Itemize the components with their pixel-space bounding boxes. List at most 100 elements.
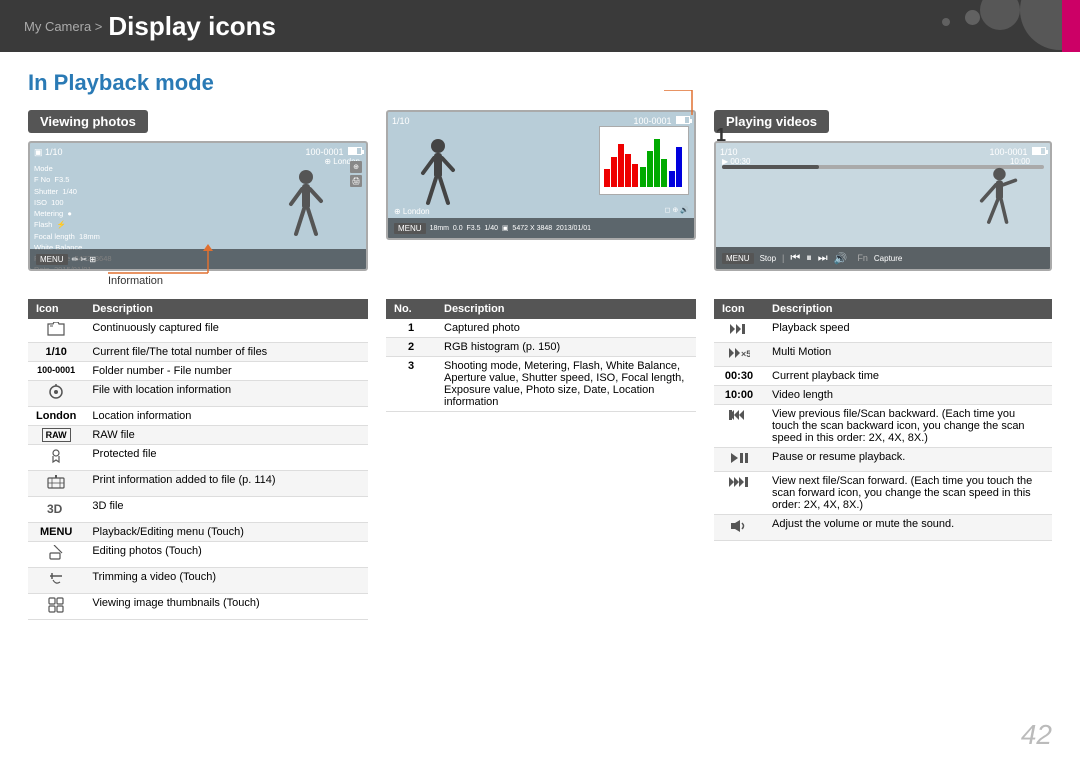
table-row: Playback speed	[714, 319, 1052, 343]
desc-cell: Multi Motion	[764, 343, 1052, 367]
icon-cell	[714, 472, 764, 515]
dancer-silhouette-video	[970, 167, 1020, 247]
desc-cell: Adjust the volume or mute the sound.	[764, 515, 1052, 541]
cam-file-count: ▣ 1/10	[34, 147, 63, 158]
vid-folder: 100-0001	[989, 147, 1046, 157]
dancer-silhouette-left	[286, 169, 326, 249]
video-menu-btn[interactable]: MENU	[722, 253, 754, 264]
th-icon-right: Icon	[714, 299, 764, 319]
icon-cell: ×5	[714, 343, 764, 367]
desc-cell: Viewing image thumbnails (Touch)	[84, 594, 368, 620]
page-title: Display icons	[108, 11, 276, 42]
page-number: 42	[1021, 719, 1052, 751]
th-desc-mid: Description	[436, 299, 696, 319]
desc-cell: Current file/The total number of files	[84, 343, 368, 362]
table-row: Adjust the volume or mute the sound.	[714, 515, 1052, 541]
vid-volume-btn[interactable]: 🔊	[834, 252, 848, 265]
icon-cell: RAW	[28, 426, 84, 445]
desc-cell: RAW file	[84, 426, 368, 445]
tables-row: Icon Description Continuously captured f…	[28, 299, 1052, 620]
desc-cell: Location information	[84, 407, 368, 426]
cam-icon-2: 🖨	[350, 175, 362, 187]
cam-icon-1: ⊕	[350, 161, 362, 173]
desc-cell: Protected file	[84, 445, 368, 471]
histogram-svg	[602, 129, 688, 189]
mid-screen-wrapper: 1/10 100-0001	[386, 110, 696, 240]
no-cell: 3	[386, 357, 436, 412]
desc-cell: Print information added to file (p. 114)	[84, 471, 368, 497]
cam-right-icons: ⊕ 🖨	[350, 161, 362, 187]
desc-cell: View next file/Scan forward. (Each time …	[764, 472, 1052, 515]
header: My Camera > Display icons	[0, 0, 1080, 52]
vid-rewind-btn[interactable]: ⏮	[790, 252, 800, 265]
connector-svg	[664, 90, 724, 115]
cam-bottom-bar-mid: MENU 18mm 0.0 F3.5 1/40 ▣ 5472 X 3848 20…	[388, 218, 694, 238]
table-row: View previous file/Scan backward. (Each …	[714, 405, 1052, 448]
icon-cell	[714, 448, 764, 472]
icon-cell	[28, 594, 84, 620]
camera-screen-mid: 1/10 100-0001	[386, 110, 696, 240]
icon-cell	[714, 405, 764, 448]
icon-cell	[714, 319, 764, 343]
vid-forward-btn[interactable]: ⏭	[818, 252, 828, 265]
no-cell: 1	[386, 319, 436, 338]
table-row: Print information added to file (p. 114)	[28, 471, 368, 497]
icon-cell	[28, 568, 84, 594]
playing-videos-header: Playing videos	[714, 110, 829, 133]
desc-cell: Trimming a video (Touch)	[84, 568, 368, 594]
vid-stop-label: Stop	[760, 254, 776, 263]
table-row: 2 RGB histogram (p. 150)	[386, 338, 696, 357]
desc-cell: RGB histogram (p. 150)	[436, 338, 696, 357]
viewing-photos-table: Icon Description Continuously captured f…	[28, 299, 368, 620]
table-row: Trimming a video (Touch)	[28, 568, 368, 594]
icon-cell: MENU	[28, 523, 84, 542]
desc-cell: Continuously captured file	[84, 319, 368, 343]
desc-cell: Editing photos (Touch)	[84, 542, 368, 568]
icon-cell	[714, 515, 764, 541]
mid-bottom-icons: ◻⊕🔊	[665, 206, 689, 214]
page-content: In Playback mode Viewing photos ▣ 1/10 1…	[0, 52, 1080, 630]
menu-btn-mid[interactable]: MENU	[394, 223, 426, 234]
table-row: 100-0001 Folder number - File number	[28, 362, 368, 381]
table-row: Pause or resume playback.	[714, 448, 1052, 472]
table-row: 3 Shooting mode, Metering, Flash, White …	[386, 357, 696, 412]
table-row: London Location information	[28, 407, 368, 426]
no-table-body: 1 Captured photo 2 RGB histogram (p. 150…	[386, 319, 696, 412]
breadcrumb: My Camera >	[24, 19, 102, 34]
vid-fn-sep: Fn	[857, 253, 868, 263]
icon-cell: London	[28, 407, 84, 426]
table-row: Continuously captured file	[28, 319, 368, 343]
th-desc-right: Description	[764, 299, 1052, 319]
desc-cell: View previous file/Scan backward. (Each …	[764, 405, 1052, 448]
vid-pause-btn[interactable]: ⏸	[806, 252, 812, 265]
desc-cell: Captured photo	[436, 319, 696, 338]
table-row: 10:00 Video length	[714, 386, 1052, 405]
screens-row: Viewing photos ▣ 1/10 100-0001 ⊕ London …	[28, 110, 1052, 287]
menu-btn-left[interactable]: MENU	[36, 254, 68, 265]
playing-videos-table: Icon Description Playback speed ×5 Multi…	[714, 299, 1052, 620]
vid-file-count: 1/10	[720, 147, 738, 157]
mid-location: ⊕ London	[394, 207, 430, 216]
icon-cell	[28, 445, 84, 471]
svg-text:3D: 3D	[47, 502, 63, 516]
info-label-container: Information	[28, 273, 368, 287]
table-row: 3D 3D file	[28, 497, 368, 523]
desc-cell: 3D file	[84, 497, 368, 523]
icon-cell	[28, 381, 84, 407]
cam-top-bar-video: 1/10 100-0001	[720, 147, 1046, 157]
table-row: View next file/Scan forward. (Each time …	[714, 472, 1052, 515]
icon-cell	[28, 471, 84, 497]
cam-bottom-icons: ✏ ✂ ⊞	[72, 255, 97, 264]
desc-cell: File with location information	[84, 381, 368, 407]
table-row: Editing photos (Touch)	[28, 542, 368, 568]
photo-details-col: 1/10 100-0001	[386, 110, 696, 287]
table-row: Viewing image thumbnails (Touch)	[28, 594, 368, 620]
table-row: 1 Captured photo	[386, 319, 696, 338]
header-decoration	[880, 0, 1080, 52]
table-row: 00:30 Current playback time	[714, 367, 1052, 386]
viewing-table: Icon Description Continuously captured f…	[28, 299, 368, 620]
table-row: Protected file	[28, 445, 368, 471]
info-arrow-svg	[108, 243, 228, 278]
cam-top-bar-mid: 1/10 100-0001	[392, 116, 690, 126]
icon-cell: 00:30	[714, 367, 764, 386]
